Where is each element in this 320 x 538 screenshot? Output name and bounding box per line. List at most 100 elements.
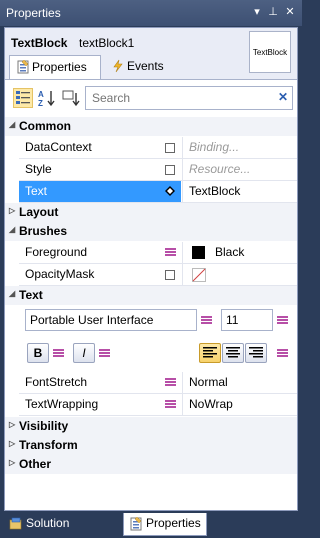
column-divider [182,264,183,285]
expand-arrow-icon[interactable]: ◢ [9,289,15,298]
category-common-label: Common [19,119,71,133]
property-row-textwrapping[interactable]: TextWrapping NoWrap [19,394,297,416]
properties-window: Properties ▾ ⊥ ✕ TextBlock textBlock1 Te… [0,0,302,538]
local-value-icon[interactable] [165,186,175,196]
property-name: DataContext [19,137,181,158]
collapsed-arrow-icon[interactable]: ▷ [9,458,15,467]
property-row-foreground[interactable]: Foreground Black [19,242,297,264]
property-row-fontstretch[interactable]: FontStretch Normal [19,372,297,394]
tab-properties-bottom[interactable]: Properties [123,513,207,536]
resource-icon[interactable] [165,248,176,258]
advanced-options-icon[interactable] [165,270,175,280]
align-right-button[interactable] [245,343,267,363]
categorized-icon [16,91,30,104]
clear-search-icon[interactable]: ✕ [278,90,288,104]
properties-icon [17,60,29,74]
category-visibility-label: Visibility [19,419,69,433]
collapsed-arrow-icon[interactable]: ▷ [9,206,15,215]
column-divider [182,394,183,415]
property-value[interactable]: Black [211,242,297,263]
collapsed-arrow-icon[interactable]: ▷ [9,420,15,429]
solution-explorer-icon [9,517,22,530]
property-row-opacitymask[interactable]: OpacityMask [19,264,297,286]
property-row-text[interactable]: Text TextBlock [19,181,297,203]
category-other-label: Other [19,457,52,471]
tab-properties[interactable]: Properties [9,55,101,79]
category-text[interactable]: ◢ Text [5,286,297,305]
category-layout-label: Layout [19,205,59,219]
tab-solution-explorer-label: Solution Explorer [26,516,71,538]
element-preview: TextBlock [249,31,291,73]
property-value[interactable]: NoWrap [185,394,297,415]
sort-by-source-button[interactable] [61,88,81,108]
property-name: Style [19,159,181,180]
column-divider [182,137,183,158]
property-value[interactable]: Resource... [185,159,297,180]
element-name[interactable]: textBlock1 [79,36,134,50]
collapsed-arrow-icon[interactable]: ▷ [9,439,15,448]
column-divider [182,242,183,263]
categorized-view-button[interactable] [13,88,33,108]
column-divider [182,372,183,393]
align-left-button[interactable] [199,343,221,363]
advanced-options-icon[interactable] [165,143,175,153]
no-brush-icon[interactable] [192,268,206,282]
category-transform-label: Transform [19,438,78,452]
tab-events[interactable]: Events [105,55,171,79]
tab-properties-label: Properties [32,60,87,74]
category-visibility[interactable]: ▷ Visibility [5,417,297,436]
property-value[interactable]: TextBlock [185,181,297,202]
align-center-button[interactable] [222,343,244,363]
element-type-name: TextBlock [11,36,68,50]
property-name: FontStretch [19,372,181,393]
property-name: Text [19,181,181,202]
expand-arrow-icon[interactable]: ◢ [9,225,15,234]
advanced-options-icon[interactable] [165,165,175,175]
resource-icon[interactable] [277,316,288,326]
align-right-icon [249,347,263,358]
tab-solution-explorer[interactable]: Solution Explorer [4,513,122,538]
properties-icon [130,517,142,531]
italic-label: I [82,346,86,360]
resource-icon[interactable] [99,349,110,359]
search-box[interactable]: ✕ [85,86,293,110]
bottom-tab-bar: Solution Explorer Properties [0,511,302,538]
resource-icon[interactable] [165,378,176,388]
dropdown-arrow-icon[interactable]: ▾ [250,5,264,19]
property-value[interactable]: Normal [185,372,297,393]
font-family-combo[interactable]: Portable User Interface [25,309,197,331]
category-layout[interactable]: ▷ Layout [5,203,297,222]
resource-icon[interactable] [165,400,176,410]
font-size-combo[interactable]: 11 [221,309,273,331]
expand-arrow-icon[interactable]: ◢ [9,120,15,129]
category-common[interactable]: ◢ Common [5,117,297,136]
column-divider [182,159,183,180]
bold-button[interactable]: B [27,343,49,363]
property-name: Foreground [19,242,181,263]
property-row-style[interactable]: Style Resource... [19,159,297,181]
pin-icon[interactable]: ⊥ [266,5,280,19]
search-input[interactable] [86,87,266,109]
bold-label: B [33,346,43,360]
column-divider [182,181,183,202]
resource-icon[interactable] [53,349,64,359]
property-row-datacontext[interactable]: DataContext Binding... [19,137,297,159]
color-swatch[interactable] [192,246,205,259]
category-other[interactable]: ▷ Other [5,455,297,474]
property-value[interactable]: Binding... [185,137,297,158]
align-center-icon [226,347,240,358]
title-bar[interactable]: Properties ▾ ⊥ ✕ [0,0,302,27]
svg-text:A: A [38,90,44,99]
category-brushes[interactable]: ◢ Brushes [5,222,297,241]
sort-alphabetical-button[interactable]: A Z [37,88,57,108]
italic-button[interactable]: I [73,343,95,363]
close-icon[interactable]: ✕ [283,5,297,19]
window-title: Properties [6,6,61,20]
category-brushes-label: Brushes [19,224,68,238]
sort-source-icon [62,90,80,107]
category-transform[interactable]: ▷ Transform [5,436,297,455]
resource-icon[interactable] [201,316,212,326]
tab-events-label: Events [127,59,164,73]
resource-icon[interactable] [277,349,288,359]
tab-properties-bottom-label: Properties [146,516,201,530]
